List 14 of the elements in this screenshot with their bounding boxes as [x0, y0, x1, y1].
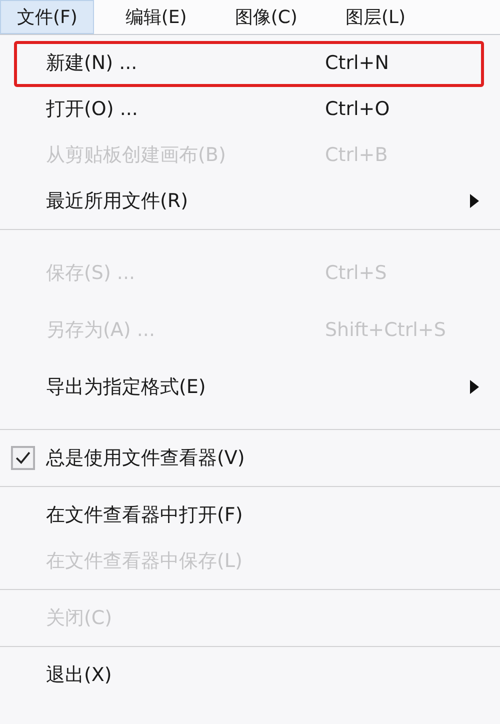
menu-item[interactable]: 新建(N) ... — [46, 50, 138, 76]
menu-item[interactable]: 打开(O) ... — [46, 96, 138, 122]
menu-bar-item[interactable]: 图层(L) — [328, 0, 423, 34]
menu-item[interactable]: 最近所用文件(R) — [46, 188, 188, 214]
checkbox-checked-icon[interactable] — [11, 446, 35, 470]
shortcut-label: Ctrl+N — [325, 52, 389, 74]
menu-bar-item[interactable]: 编辑(E) — [108, 0, 204, 34]
shortcut-label: Ctrl+O — [325, 98, 390, 120]
menu-item[interactable]: 在文件查看器中打开(F) — [46, 502, 243, 528]
menu-bar-item[interactable]: 图像(C) — [218, 0, 314, 34]
menu-item[interactable]: 导出为指定格式(E) — [46, 374, 206, 400]
menu-item[interactable]: 总是使用文件查看器(V) — [46, 445, 245, 471]
menu-item[interactable]: 退出(X) — [46, 662, 112, 688]
menu-bar-item[interactable]: 文件(F) — [0, 0, 94, 34]
